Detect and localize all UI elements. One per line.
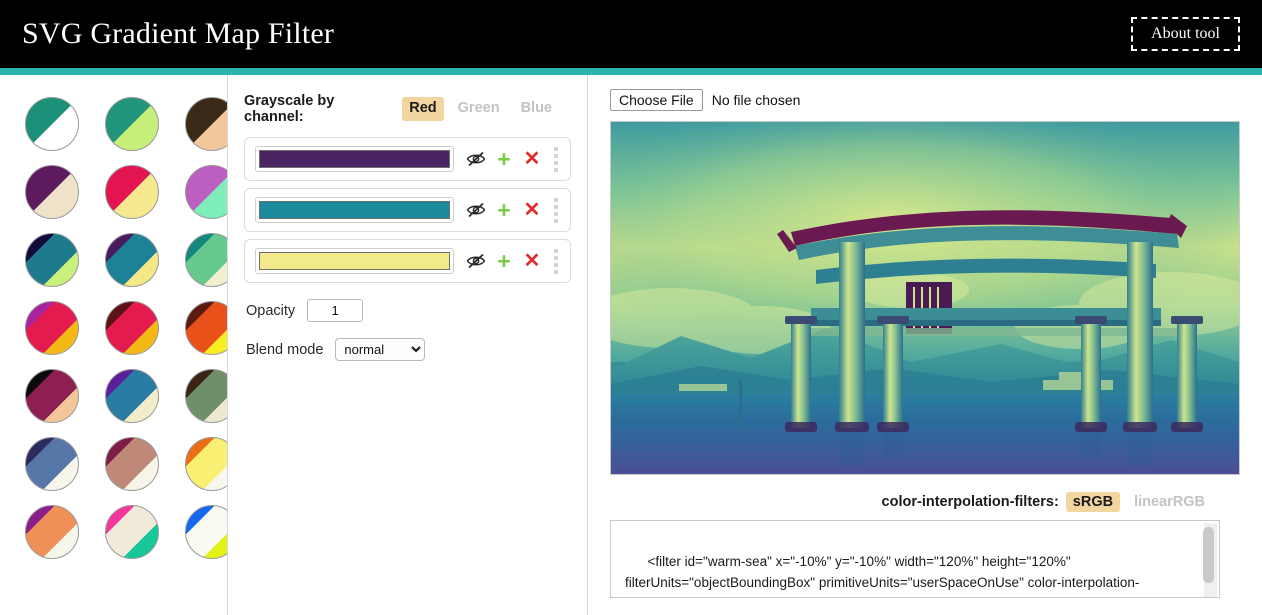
preset-panel <box>0 75 228 615</box>
color-stop-picker[interactable] <box>255 248 454 274</box>
channel-option-green[interactable]: Green <box>451 97 507 121</box>
grayscale-channel-label: Grayscale by channel: <box>244 93 335 125</box>
gradient-swatch[interactable] <box>185 437 227 491</box>
page-title: SVG Gradient Map Filter <box>22 17 335 50</box>
gradient-swatch[interactable] <box>185 165 227 219</box>
gradient-swatch[interactable] <box>185 301 227 355</box>
preview-svg <box>611 122 1239 474</box>
file-status-label: No file chosen <box>711 92 801 108</box>
gradient-swatch[interactable] <box>185 505 227 559</box>
gradient-swatch[interactable] <box>105 369 159 423</box>
remove-stop-icon[interactable]: ✕ <box>518 251 546 271</box>
output-panel: Choose File No file chosen color-interpo… <box>588 75 1262 615</box>
color-stop-picker[interactable] <box>255 146 454 172</box>
color-stop-row[interactable]: + ✕ <box>244 188 571 232</box>
opacity-row: Opacity <box>244 299 571 322</box>
file-input-row[interactable]: Choose File No file chosen <box>610 89 1246 111</box>
remove-stop-icon[interactable]: ✕ <box>518 200 546 220</box>
channel-option-red[interactable]: Red <box>402 97 444 121</box>
gradient-swatch[interactable] <box>105 97 159 151</box>
code-scrollbar-thumb[interactable] <box>1203 527 1214 583</box>
image-preview[interactable] <box>610 121 1240 475</box>
channel-option-blue[interactable]: Blue <box>514 97 559 121</box>
accent-bar <box>0 68 1262 75</box>
opacity-input[interactable] <box>307 299 364 322</box>
drag-handle-icon[interactable] <box>548 146 564 172</box>
gradient-preset-grid <box>0 97 227 559</box>
color-stop-swatch <box>259 252 450 270</box>
gradient-swatch[interactable] <box>105 437 159 491</box>
gradient-swatch[interactable] <box>25 437 79 491</box>
cif-option-srgb[interactable]: sRGB <box>1065 492 1121 512</box>
gradient-swatch[interactable] <box>25 97 79 151</box>
add-stop-icon[interactable]: + <box>490 198 518 222</box>
color-stop-swatch <box>259 201 450 219</box>
cif-option-linearrgb[interactable]: linearRGB <box>1127 492 1212 512</box>
blend-mode-row: Blend mode normalmultiplyscreenoverlayda… <box>244 338 571 361</box>
color-stop-row[interactable]: + ✕ <box>244 137 571 181</box>
color-stop-swatch <box>259 150 450 168</box>
gradient-swatch[interactable] <box>185 369 227 423</box>
color-stop-list: + ✕ + ✕ + ✕ <box>244 137 571 283</box>
main-content: Grayscale by channel: Red Green Blue + ✕ +… <box>0 75 1262 615</box>
filter-code-text: <filter id="warm-sea" x="-10%" y="-10%" … <box>625 553 1140 597</box>
gradient-swatch[interactable] <box>185 97 227 151</box>
gradient-swatch[interactable] <box>105 301 159 355</box>
filter-code-output[interactable]: <filter id="warm-sea" x="-10%" y="-10%" … <box>610 520 1220 598</box>
code-scrollbar-track[interactable] <box>1203 523 1217 597</box>
gradient-swatch[interactable] <box>25 505 79 559</box>
eye-off-icon[interactable] <box>462 151 490 167</box>
gradient-swatch[interactable] <box>25 233 79 287</box>
gradient-swatch[interactable] <box>105 233 159 287</box>
about-tool-button[interactable]: About tool <box>1131 17 1240 51</box>
drag-handle-icon[interactable] <box>548 248 564 274</box>
gradient-swatch[interactable] <box>105 505 159 559</box>
blend-mode-select[interactable]: normalmultiplyscreenoverlaydarkenlighten… <box>335 338 426 361</box>
choose-file-button[interactable]: Choose File <box>610 89 703 111</box>
opacity-label: Opacity <box>246 302 296 319</box>
gradient-swatch[interactable] <box>185 233 227 287</box>
blend-mode-label: Blend mode <box>246 341 324 358</box>
gradient-swatch[interactable] <box>105 165 159 219</box>
color-stop-row[interactable]: + ✕ <box>244 239 571 283</box>
add-stop-icon[interactable]: + <box>490 249 518 273</box>
gradient-swatch[interactable] <box>25 369 79 423</box>
remove-stop-icon[interactable]: ✕ <box>518 149 546 169</box>
eye-off-icon[interactable] <box>462 253 490 269</box>
add-stop-icon[interactable]: + <box>490 147 518 171</box>
controls-panel: Grayscale by channel: Red Green Blue + ✕ +… <box>228 75 588 615</box>
gradient-swatch[interactable] <box>25 301 79 355</box>
drag-handle-icon[interactable] <box>548 197 564 223</box>
cif-label: color-interpolation-filters: <box>881 494 1059 510</box>
color-interpolation-row: color-interpolation-filters: sRGB linear… <box>610 492 1246 512</box>
eye-off-icon[interactable] <box>462 202 490 218</box>
app-header: SVG Gradient Map Filter About tool <box>0 0 1262 68</box>
gradient-swatch[interactable] <box>25 165 79 219</box>
color-stop-picker[interactable] <box>255 197 454 223</box>
grayscale-channel-row: Grayscale by channel: Red Green Blue <box>244 93 571 125</box>
